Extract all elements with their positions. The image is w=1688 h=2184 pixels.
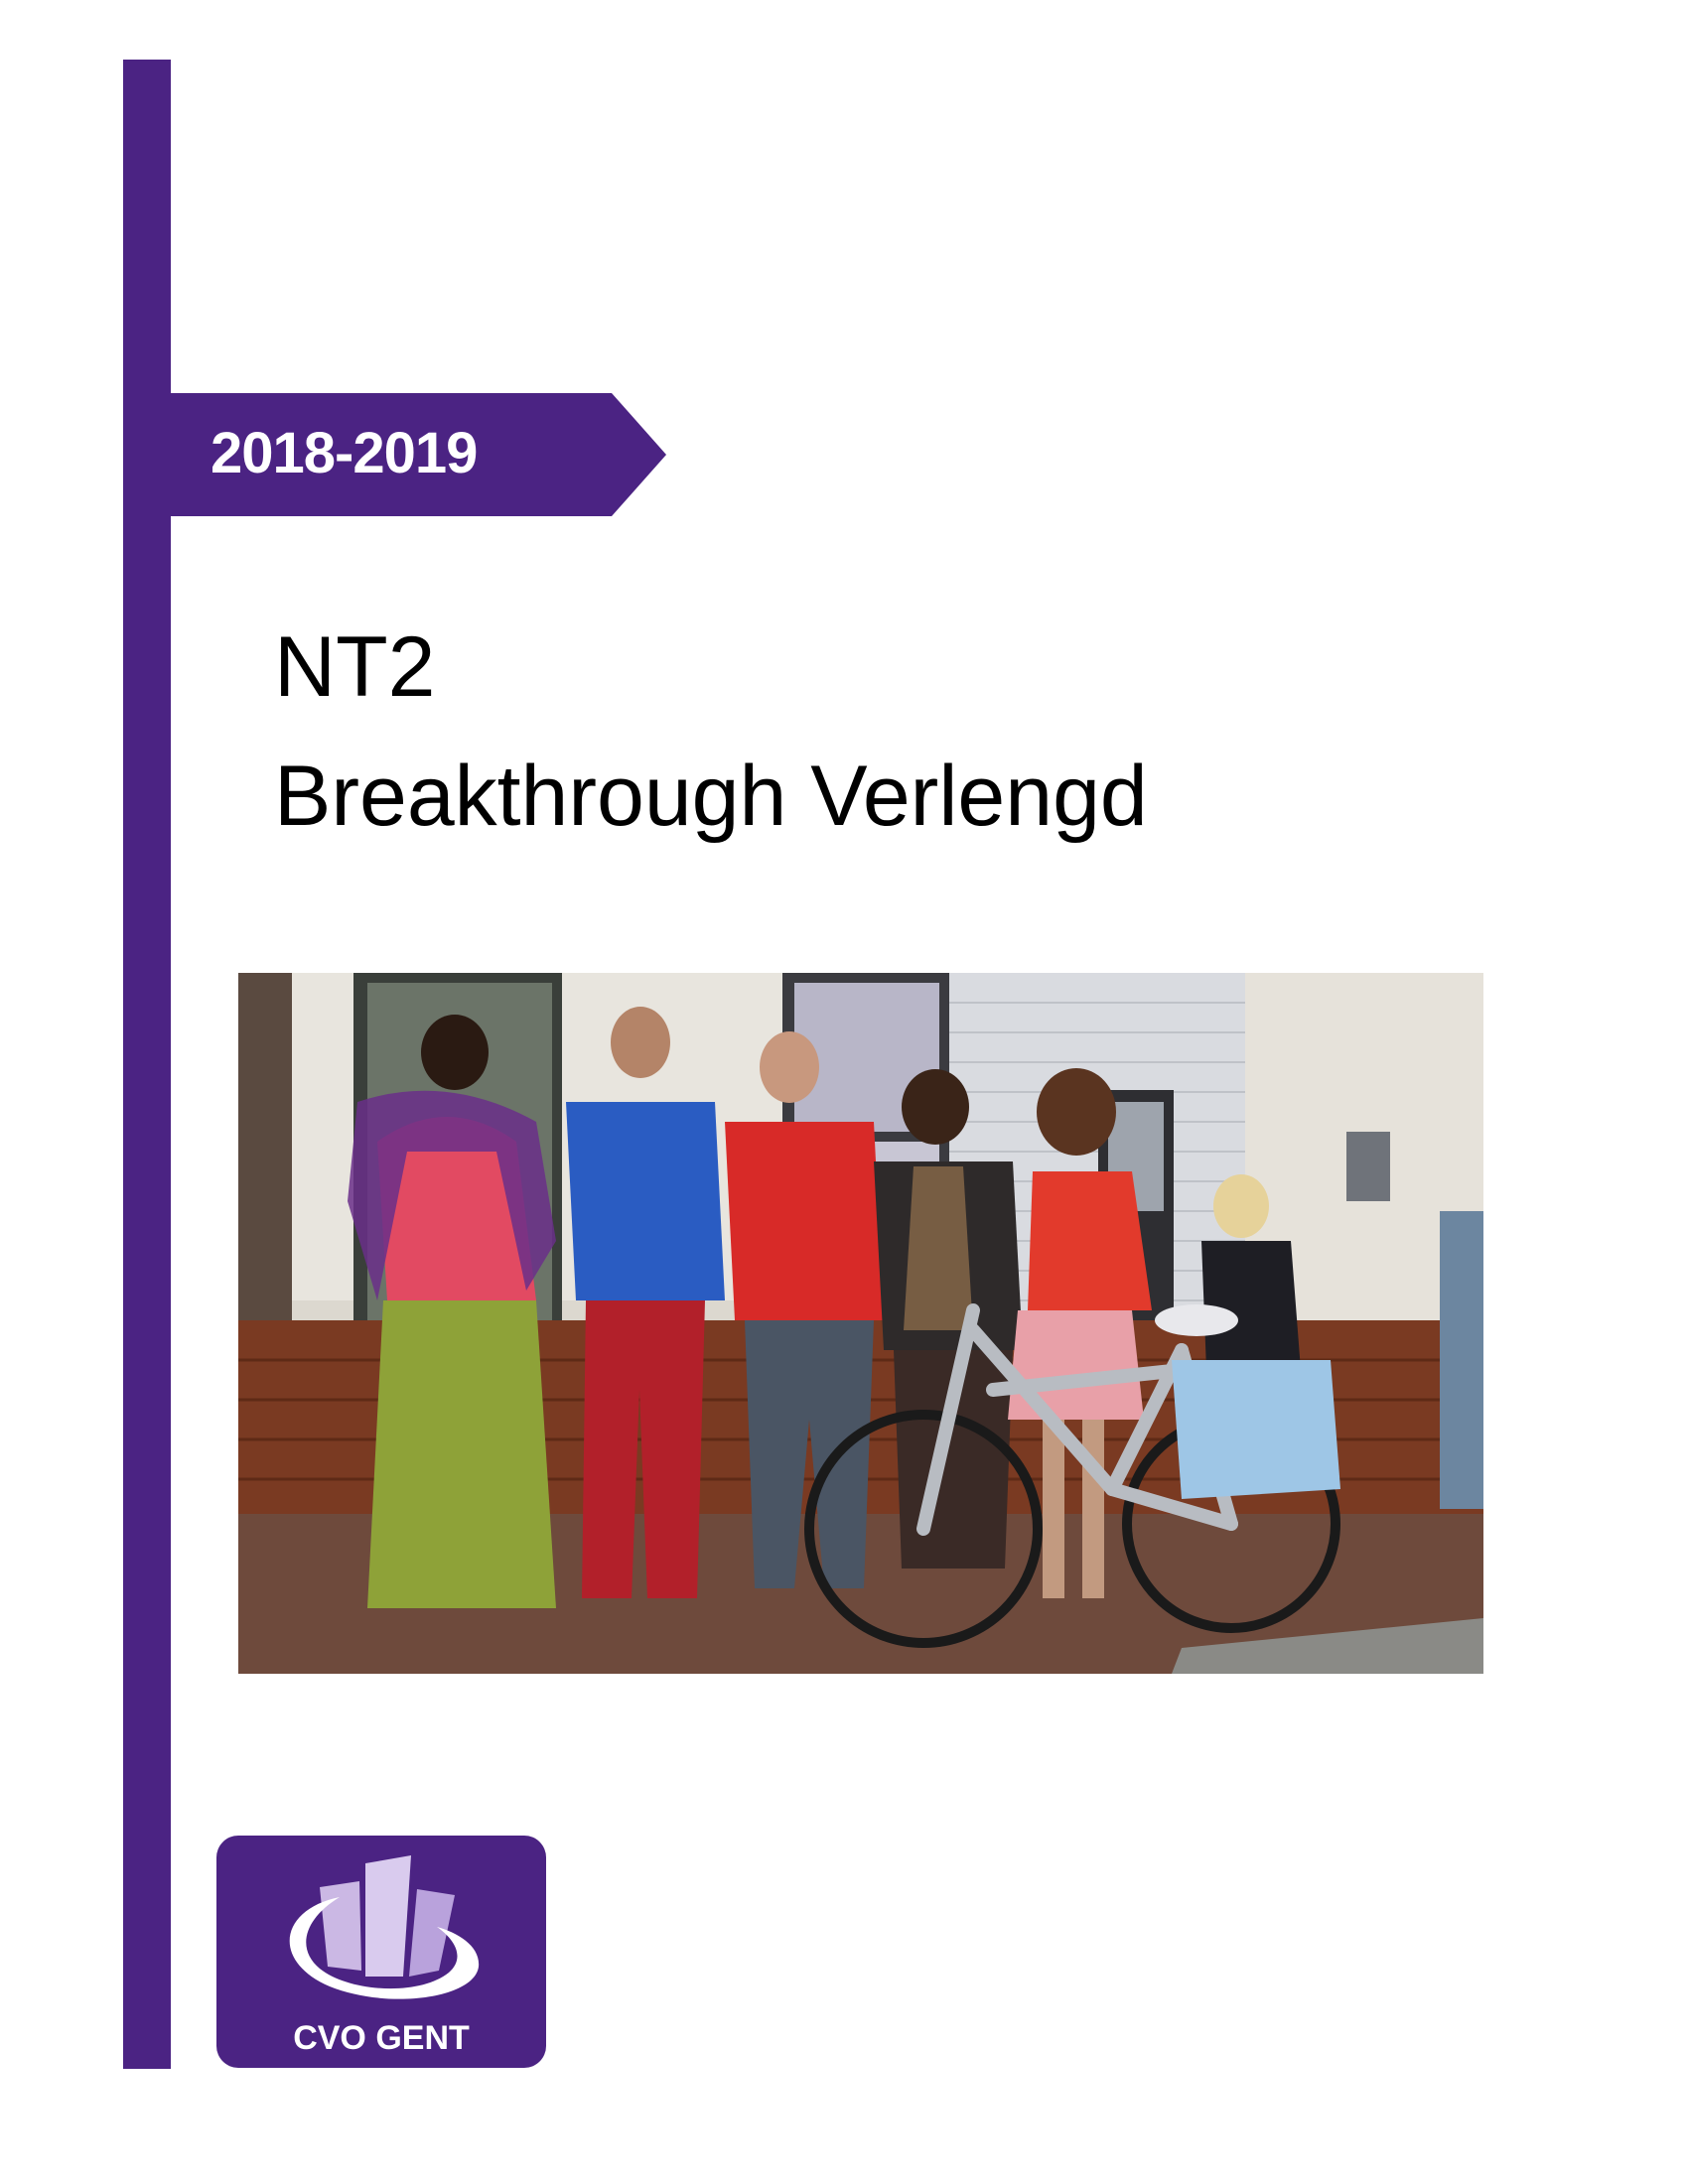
title-line-1: NT2 xyxy=(274,619,436,715)
year-label: 2018-2019 xyxy=(211,421,478,485)
cover-photo xyxy=(238,973,1483,1674)
logo-mark-icon xyxy=(289,1855,480,1999)
side-accent-bar xyxy=(123,60,171,2069)
title-line-2: Breakthrough Verlengd xyxy=(274,749,1148,844)
cvo-gent-logo: CVO GENT xyxy=(216,1836,546,2068)
logo-text: CVO GENT xyxy=(293,2019,470,2057)
year-banner: 2018-2019 xyxy=(169,393,666,516)
